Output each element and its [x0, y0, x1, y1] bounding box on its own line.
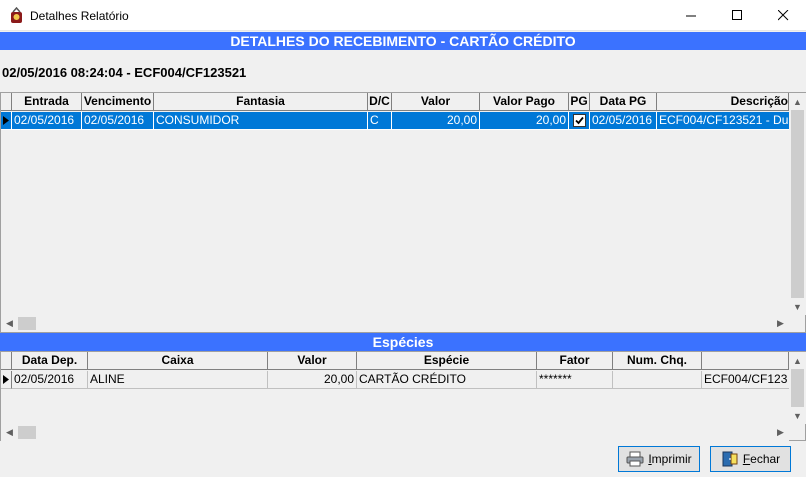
cell-num-chq[interactable]: [613, 371, 702, 389]
col-valor-pago[interactable]: Valor Pago: [480, 93, 569, 111]
especies-vscrollbar[interactable]: ▲ ▼: [789, 352, 806, 424]
row-pointer-icon: [3, 116, 9, 125]
receipt-subheader: 02/05/2016 08:24:04 - ECF004/CF123521: [2, 65, 247, 80]
row-indicator: [1, 112, 12, 130]
receipts-grid-header: Entrada Vencimento Fantasia D/C Valor Va…: [1, 93, 789, 111]
col-extra[interactable]: [702, 352, 789, 370]
col-fantasia[interactable]: Fantasia: [154, 93, 368, 111]
receipts-grid[interactable]: Entrada Vencimento Fantasia D/C Valor Va…: [0, 92, 806, 333]
receipts-hscroll-thumb[interactable]: [18, 317, 36, 330]
scroll-down-icon[interactable]: ▼: [789, 298, 806, 315]
col-valor[interactable]: Valor: [392, 93, 480, 111]
scroll-right-icon[interactable]: ▶: [772, 315, 789, 332]
table-row[interactable]: 02/05/2016 02/05/2016 CONSUMIDOR C 20,00…: [1, 112, 789, 130]
col-vencimento[interactable]: Vencimento: [82, 93, 154, 111]
col-data-dep[interactable]: Data Dep.: [12, 352, 88, 370]
cell-valor[interactable]: 20,00: [392, 112, 480, 130]
scroll-down-icon[interactable]: ▼: [789, 407, 806, 424]
app-icon: [11, 7, 22, 23]
window-title: Detalhes Relatório: [30, 9, 129, 23]
col-data-pg[interactable]: Data PG: [590, 93, 657, 111]
col-dc[interactable]: D/C: [368, 93, 392, 111]
row-indicator: [1, 371, 12, 389]
col-fator[interactable]: Fator: [537, 352, 613, 370]
col-valor[interactable]: Valor: [268, 352, 357, 370]
cell-valor-pago[interactable]: 20,00: [480, 112, 569, 130]
col-pg[interactable]: PG: [569, 93, 590, 111]
fechar-button[interactable]: Fechar: [710, 446, 791, 472]
cell-extra[interactable]: ECF004/CF123: [702, 371, 789, 389]
close-button[interactable]: [760, 0, 806, 31]
cell-fantasia[interactable]: CONSUMIDOR: [154, 112, 368, 130]
cell-especie[interactable]: CARTÃO CRÉDITO: [357, 371, 537, 389]
cell-entrada[interactable]: 02/05/2016: [12, 112, 82, 130]
especies-banner: Espécies: [0, 333, 806, 351]
col-num-chq[interactable]: Num. Chq.: [613, 352, 702, 370]
especies-grid[interactable]: Data Dep. Caixa Valor Espécie Fator Num.…: [0, 351, 806, 441]
scroll-left-icon[interactable]: ◀: [1, 424, 18, 441]
especies-hscroll-thumb[interactable]: [18, 426, 36, 439]
receipts-hscrollbar[interactable]: ◀ ▶: [1, 315, 789, 332]
row-pointer-icon: [3, 375, 9, 384]
cell-dc[interactable]: C: [368, 112, 392, 130]
scroll-up-icon[interactable]: ▲: [789, 93, 806, 110]
col-descricao[interactable]: Descrição: [657, 93, 789, 111]
especies-hscrollbar[interactable]: ◀ ▶: [1, 424, 789, 441]
maximize-button[interactable]: [714, 0, 760, 31]
cell-descricao[interactable]: ECF004/CF123521 - Du: [657, 112, 789, 130]
printer-icon: [626, 451, 644, 467]
cell-pg[interactable]: [569, 112, 590, 130]
receipts-vscrollbar[interactable]: ▲ ▼: [789, 93, 806, 315]
imprimir-label: Imprimir: [648, 452, 692, 466]
minimize-button[interactable]: [668, 0, 714, 31]
scroll-right-icon[interactable]: ▶: [772, 424, 789, 441]
minimize-icon: [685, 15, 696, 17]
cell-valor[interactable]: 20,00: [268, 371, 357, 389]
exit-door-icon: [722, 451, 738, 467]
check-icon: [574, 116, 584, 125]
pg-checkbox[interactable]: [572, 114, 586, 127]
close-icon: [777, 10, 788, 21]
especies-grid-header: Data Dep. Caixa Valor Espécie Fator Num.…: [1, 352, 789, 370]
col-especie[interactable]: Espécie: [357, 352, 537, 370]
table-row[interactable]: 02/05/2016 ALINE 20,00 CARTÃO CRÉDITO **…: [1, 371, 789, 389]
cell-vencimento[interactable]: 02/05/2016: [82, 112, 154, 130]
cell-caixa[interactable]: ALINE: [88, 371, 268, 389]
especies-vscroll-thumb[interactable]: [791, 369, 804, 407]
scroll-up-icon[interactable]: ▲: [789, 352, 806, 369]
cell-data-dep[interactable]: 02/05/2016: [12, 371, 88, 389]
col-entrada[interactable]: Entrada: [12, 93, 82, 111]
row-indicator-header: [1, 352, 12, 370]
col-caixa[interactable]: Caixa: [88, 352, 268, 370]
receipts-vscroll-thumb[interactable]: [791, 110, 804, 298]
scroll-left-icon[interactable]: ◀: [1, 315, 18, 332]
cell-fator[interactable]: *******: [537, 371, 613, 389]
imprimir-button[interactable]: Imprimir: [618, 446, 700, 472]
cell-data-pg[interactable]: 02/05/2016: [590, 112, 657, 130]
row-indicator-header: [1, 93, 12, 111]
fechar-label: Fechar: [742, 452, 781, 466]
title-bar: Detalhes Relatório: [0, 0, 806, 31]
maximize-icon: [731, 10, 742, 20]
receipt-details-banner: DETALHES DO RECEBIMENTO - CARTÃO CRÉDITO: [0, 32, 806, 50]
